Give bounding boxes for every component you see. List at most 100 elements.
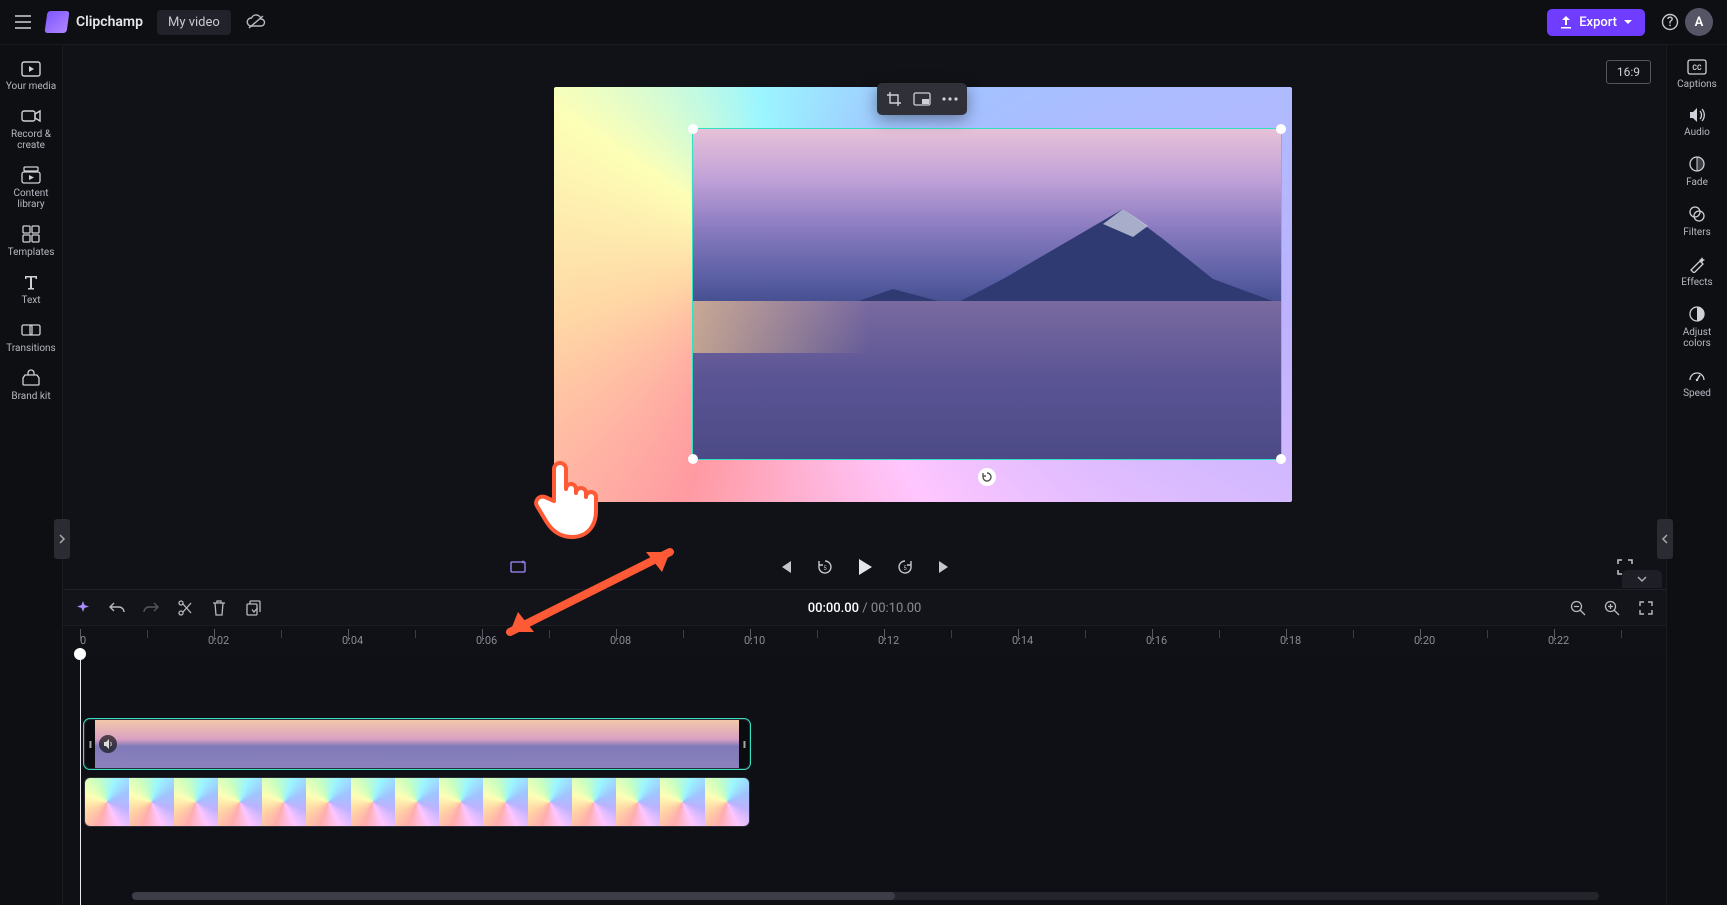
clip-trim-right[interactable]: || [739, 720, 749, 768]
undo-icon [109, 601, 125, 615]
svg-text:5: 5 [903, 565, 907, 572]
sidebar-item-your-media[interactable]: Your media [5, 52, 57, 98]
clip-mute-button[interactable] [99, 735, 117, 753]
export-label: Export [1579, 15, 1617, 30]
panel-tab-fade[interactable]: Fade [1671, 148, 1723, 194]
zoom-fit-button[interactable] [1635, 597, 1657, 619]
expand-left-panel[interactable] [54, 519, 70, 559]
crop-button[interactable] [881, 87, 907, 111]
delete-button[interactable] [208, 597, 230, 619]
rotate-icon [981, 471, 993, 483]
sidebar-item-record-create[interactable]: Record & create [5, 100, 57, 157]
skip-end-icon [937, 560, 953, 574]
project-name[interactable]: My video [157, 10, 231, 35]
panel-tab-filters[interactable]: Filters [1671, 198, 1723, 244]
brand-kit-icon [22, 369, 40, 387]
cloud-sync-off-button[interactable] [241, 7, 271, 37]
trash-icon [212, 600, 226, 616]
forward-5-icon: 5 [896, 558, 914, 576]
background-track-clip[interactable] [84, 777, 750, 827]
filters-icon [1688, 205, 1706, 223]
ai-timeline-button[interactable] [72, 597, 94, 619]
more-options-button[interactable] [937, 87, 963, 111]
hamburger-menu[interactable] [8, 7, 38, 37]
skip-end-button[interactable] [933, 555, 957, 579]
redo-icon [143, 601, 159, 615]
skip-start-button[interactable] [773, 555, 797, 579]
split-button[interactable] [174, 597, 196, 619]
ruler-label: 0:02 [208, 634, 229, 647]
svg-text:5: 5 [823, 565, 827, 572]
timeline-tracks[interactable]: || || [62, 655, 1667, 905]
panel-tab-audio[interactable]: Audio [1671, 100, 1723, 144]
zoom-in-icon [1604, 600, 1620, 616]
duplicate-button[interactable] [242, 597, 264, 619]
speed-icon [1688, 366, 1706, 384]
chevron-left-icon [1661, 534, 1669, 544]
skip-start-icon [777, 560, 793, 574]
panel-tab-speed[interactable]: Speed [1671, 359, 1723, 405]
expand-right-panel[interactable] [1657, 519, 1673, 559]
undo-button[interactable] [106, 597, 128, 619]
panel-tab-label: Filters [1683, 227, 1711, 238]
play-button[interactable] [853, 555, 877, 579]
panel-tab-adjust-colors[interactable]: Adjust colors [1671, 298, 1723, 355]
timeline-ruler[interactable]: 0 0:02 0:04 0:06 0:08 0:10 0:12 0:14 0:1… [62, 625, 1667, 656]
ruler-label: 0:16 [1146, 634, 1167, 647]
timeline-toolbar: 00:00.00 / 00:10.00 [62, 589, 1667, 626]
speaker-icon [103, 739, 114, 749]
panel-tab-captions[interactable]: CC Captions [1671, 52, 1723, 96]
sidebar-item-templates[interactable]: Templates [5, 218, 57, 264]
user-avatar[interactable]: A [1685, 8, 1713, 36]
transitions-icon [21, 321, 41, 339]
cloud-off-icon [246, 14, 266, 30]
zoom-out-button[interactable] [1567, 597, 1589, 619]
resize-handle-tl[interactable] [688, 124, 698, 134]
app-logo[interactable]: Clipchamp [46, 11, 143, 33]
selected-clip-overlay[interactable] [693, 129, 1281, 459]
sidebar-item-transitions[interactable]: Transitions [5, 314, 57, 360]
panel-tab-label: Speed [1683, 388, 1711, 399]
video-track-clip[interactable]: || || [84, 719, 750, 769]
zoom-out-icon [1570, 600, 1586, 616]
text-icon [22, 273, 40, 291]
zoom-fit-icon [1638, 600, 1654, 616]
panel-tab-effects[interactable]: Effects [1671, 248, 1723, 294]
ruler-label: 0:22 [1548, 634, 1569, 647]
sidebar-item-label: Content library [5, 188, 57, 210]
resize-handle-bl[interactable] [688, 454, 698, 464]
timeline-scrollbar[interactable] [132, 892, 1599, 900]
clip-trim-left[interactable]: || [85, 720, 95, 768]
export-button[interactable]: Export [1547, 9, 1645, 36]
pip-icon [913, 92, 931, 106]
resize-handle-tr[interactable] [1276, 124, 1286, 134]
help-button[interactable] [1655, 7, 1685, 37]
picture-in-picture-button[interactable] [909, 87, 935, 111]
chevron-right-icon [58, 534, 66, 544]
aspect-ratio-button[interactable]: 16:9 [1606, 60, 1651, 84]
panel-tab-label: Fade [1686, 177, 1708, 188]
rewind-5-icon: 5 [816, 558, 834, 576]
panel-tab-label: Effects [1681, 277, 1712, 288]
chevron-down-icon [1636, 575, 1648, 583]
playhead[interactable] [80, 648, 81, 905]
crop-icon [886, 91, 902, 107]
rewind-5-button[interactable]: 5 [813, 555, 837, 579]
panel-tab-label: Audio [1684, 127, 1710, 138]
collapse-timeline-button[interactable] [1622, 570, 1662, 588]
video-canvas[interactable] [554, 87, 1292, 502]
library-icon [21, 166, 41, 184]
zoom-in-button[interactable] [1601, 597, 1623, 619]
captions-icon: CC [1687, 59, 1707, 75]
resize-handle-br[interactable] [1276, 454, 1286, 464]
sidebar-item-label: Brand kit [11, 391, 50, 402]
forward-5-button[interactable]: 5 [893, 555, 917, 579]
svg-text:CC: CC [1692, 64, 1702, 72]
sidebar-item-text[interactable]: Text [5, 266, 57, 312]
sidebar-item-content-library[interactable]: Content library [5, 159, 57, 216]
ai-suggest-button[interactable] [506, 555, 530, 579]
sidebar-item-brand-kit[interactable]: Brand kit [5, 362, 57, 408]
rotate-handle[interactable] [978, 468, 996, 486]
templates-icon [22, 225, 40, 243]
redo-button[interactable] [140, 597, 162, 619]
